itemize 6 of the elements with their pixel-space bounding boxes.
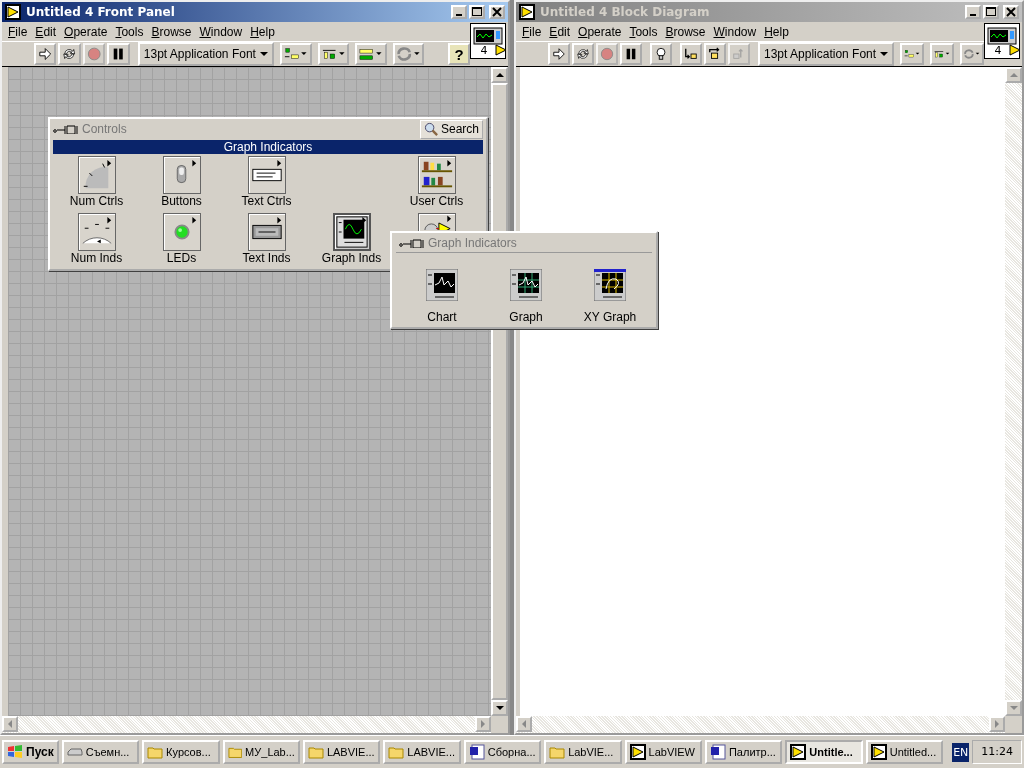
- clock: 11:24: [972, 740, 1023, 764]
- window-title: Untitled 4 Front Panel: [26, 5, 176, 19]
- palette-title: Controls: [82, 122, 128, 136]
- window-title: Untitled 4 Block Diagram: [540, 5, 711, 19]
- palette-title: Graph Indicators: [428, 236, 518, 250]
- category-bar: Graph Indicators: [53, 140, 483, 154]
